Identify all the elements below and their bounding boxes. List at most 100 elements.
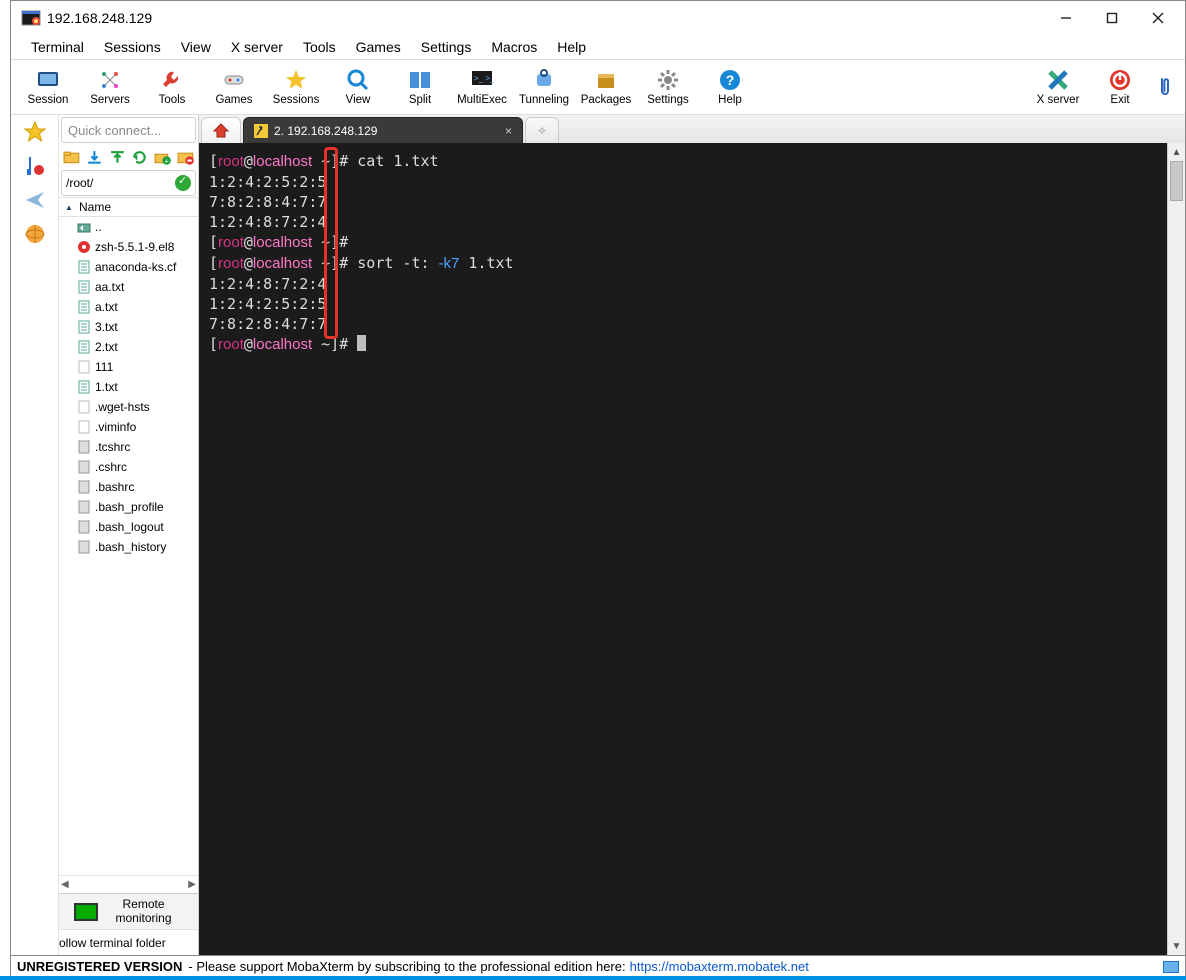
tab-new[interactable]: ✧	[525, 117, 559, 143]
tab-bar: 2. 192.168.248.129 × ✧	[199, 115, 1185, 143]
tree-node[interactable]: zsh-5.5.1-9.el8	[59, 237, 198, 257]
tree-header[interactable]: ▲Name	[59, 197, 198, 217]
svg-text:>_ >_: >_ >_	[474, 74, 494, 83]
menu-view[interactable]: View	[173, 37, 219, 57]
monitor-icon	[74, 903, 98, 921]
tab-active[interactable]: 2. 192.168.248.129 ×	[243, 117, 523, 143]
highlight-box	[324, 147, 338, 339]
terminal[interactable]: [root@localhost ~]# cat 1.txt 1:2:4:2:5:…	[199, 143, 1167, 955]
toolbar-split[interactable]: Split	[389, 61, 451, 113]
help-icon: ?	[718, 68, 742, 92]
path-input[interactable]: /root/	[61, 170, 196, 196]
toolbar: SessionServersToolsGamesSessionsViewSpli…	[11, 59, 1185, 115]
status-monitor-icon	[1163, 961, 1179, 973]
menu-settings[interactable]: Settings	[413, 37, 480, 57]
settings-icon	[656, 68, 680, 92]
toolbar-tools[interactable]: Tools	[141, 61, 203, 113]
toolbar-sessions[interactable]: Sessions	[265, 61, 327, 113]
follow-terminal-checkbox[interactable]: ollow terminal folder	[59, 929, 198, 955]
menu-games[interactable]: Games	[348, 37, 409, 57]
toolbar-packages[interactable]: Packages	[575, 61, 637, 113]
file-icon	[77, 400, 91, 414]
titlebar[interactable]: 192.168.248.129	[11, 1, 1185, 35]
delete-icon[interactable]	[177, 148, 194, 166]
svg-text:+: +	[165, 156, 169, 165]
tree-node[interactable]: .tcshrc	[59, 437, 198, 457]
toolbar-servers[interactable]: Servers	[79, 61, 141, 113]
tree-node[interactable]: .bash_history	[59, 537, 198, 557]
servers-icon	[98, 68, 122, 92]
packages-icon	[594, 68, 618, 92]
toolbar-session[interactable]: Session	[17, 61, 79, 113]
toolbar-games[interactable]: Games	[203, 61, 265, 113]
menu-macros[interactable]: Macros	[483, 37, 545, 57]
scroll-down-icon[interactable]: ▼	[1168, 937, 1185, 955]
tree-node[interactable]: .wget-hsts	[59, 397, 198, 417]
close-button[interactable]	[1135, 3, 1181, 33]
menu-tools[interactable]: Tools	[295, 37, 344, 57]
scroll-up-icon[interactable]: ▲	[1168, 143, 1185, 161]
sessions-icon	[284, 68, 308, 92]
tree-node[interactable]: .bash_logout	[59, 517, 198, 537]
minimize-button[interactable]	[1043, 3, 1089, 33]
toolbar-view[interactable]: View	[327, 61, 389, 113]
file-icon	[77, 340, 91, 354]
folder-icon[interactable]	[63, 148, 80, 166]
tree-node[interactable]: .bash_profile	[59, 497, 198, 517]
tree-node[interactable]: anaconda-ks.cf	[59, 257, 198, 277]
attach-icon[interactable]	[1151, 67, 1179, 107]
tree-hscroll[interactable]: ◀▶	[59, 875, 198, 893]
split-icon	[408, 68, 432, 92]
quick-connect-input[interactable]: Quick connect...	[61, 117, 196, 143]
file-tree[interactable]: ..zsh-5.5.1-9.el8anaconda-ks.cfaa.txta.t…	[59, 217, 198, 875]
file-icon	[77, 520, 91, 534]
maximize-button[interactable]	[1089, 3, 1135, 33]
file-icon	[77, 480, 91, 494]
tree-node[interactable]: aa.txt	[59, 277, 198, 297]
side-minibar: +	[59, 145, 198, 169]
status-link[interactable]: https://mobaxterm.mobatek.net	[630, 959, 809, 974]
xserver-icon	[1046, 68, 1070, 92]
tree-node[interactable]: 111	[59, 357, 198, 377]
svg-text:?: ?	[726, 72, 735, 88]
menu-help[interactable]: Help	[549, 37, 594, 57]
status-strong: UNREGISTERED VERSION	[17, 959, 182, 974]
tree-node[interactable]: 2.txt	[59, 337, 198, 357]
tab-home[interactable]	[201, 117, 241, 143]
tree-node[interactable]: 3.txt	[59, 317, 198, 337]
new-folder-icon[interactable]: +	[154, 148, 171, 166]
menu-x-server[interactable]: X server	[223, 37, 291, 57]
globe-icon[interactable]	[24, 223, 46, 245]
tree-node[interactable]: .viminfo	[59, 417, 198, 437]
toolbar-help[interactable]: ?Help	[699, 61, 761, 113]
remote-monitoring-button[interactable]: Remote monitoring	[59, 893, 198, 929]
tree-node[interactable]: 1.txt	[59, 377, 198, 397]
side-panel: Quick connect... + /root/ ▲Name ..zsh-5.…	[59, 115, 199, 955]
tree-node[interactable]: .cshrc	[59, 457, 198, 477]
tree-node[interactable]: ..	[59, 217, 198, 237]
menu-terminal[interactable]: Terminal	[23, 37, 92, 57]
star-icon[interactable]	[24, 121, 46, 143]
toolbar-x-server[interactable]: X server	[1027, 61, 1089, 113]
send-icon[interactable]	[24, 189, 46, 211]
download-icon[interactable]	[86, 148, 103, 166]
toolbar-settings[interactable]: Settings	[637, 61, 699, 113]
path-text: /root/	[66, 176, 93, 190]
tree-node[interactable]: a.txt	[59, 297, 198, 317]
toolbar-multiexec[interactable]: >_ >_MultiExec	[451, 61, 513, 113]
refresh-icon[interactable]	[131, 148, 148, 166]
file-icon	[77, 460, 91, 474]
menu-sessions[interactable]: Sessions	[96, 37, 169, 57]
tab-close-icon[interactable]: ×	[505, 124, 512, 138]
terminal-scrollbar[interactable]: ▲ ▼	[1167, 143, 1185, 955]
upload-icon[interactable]	[109, 148, 126, 166]
tree-node[interactable]: .bashrc	[59, 477, 198, 497]
file-icon	[77, 300, 91, 314]
tool-icon[interactable]	[24, 155, 46, 177]
menubar: TerminalSessionsViewX serverToolsGamesSe…	[11, 35, 1185, 59]
scroll-thumb[interactable]	[1170, 161, 1183, 201]
toolbar-tunneling[interactable]: Tunneling	[513, 61, 575, 113]
toolbar-exit[interactable]: Exit	[1089, 61, 1151, 113]
file-icon	[77, 220, 91, 234]
multiexec-icon: >_ >_	[470, 68, 494, 92]
